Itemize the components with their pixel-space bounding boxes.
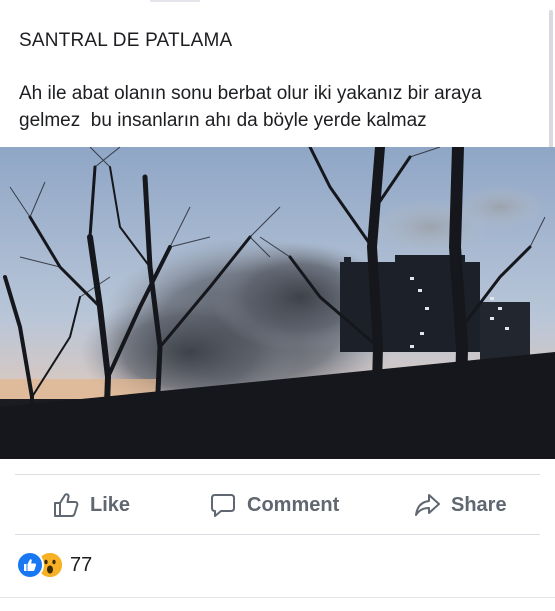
bottom-divider bbox=[0, 597, 555, 598]
actions-bottom-divider bbox=[15, 534, 540, 535]
share-arrow-icon bbox=[413, 491, 441, 519]
top-divider bbox=[150, 0, 200, 2]
reaction-count: 77 bbox=[70, 553, 93, 576]
post-title: SANTRAL DE PATLAMA bbox=[19, 30, 233, 51]
comment-button[interactable]: Comment bbox=[209, 476, 339, 534]
share-button[interactable]: Share bbox=[413, 476, 507, 534]
actions-top-divider bbox=[15, 474, 540, 475]
share-label: Share bbox=[451, 493, 507, 516]
post-text: Ah ile abat olanın sonu berbat olur iki … bbox=[19, 83, 482, 131]
like-reaction-icon bbox=[16, 551, 44, 579]
comment-bubble-icon bbox=[209, 491, 237, 519]
post-photo[interactable] bbox=[0, 147, 555, 459]
comment-label: Comment bbox=[247, 493, 340, 516]
like-label: Like bbox=[90, 493, 131, 516]
power-plant-smoke-photo bbox=[0, 147, 555, 459]
post-actions-bar: Like Comment Share bbox=[0, 476, 555, 534]
thumbs-up-icon bbox=[52, 491, 80, 519]
like-button[interactable]: Like bbox=[52, 476, 130, 534]
reactions-summary[interactable]: 77 bbox=[16, 550, 92, 580]
